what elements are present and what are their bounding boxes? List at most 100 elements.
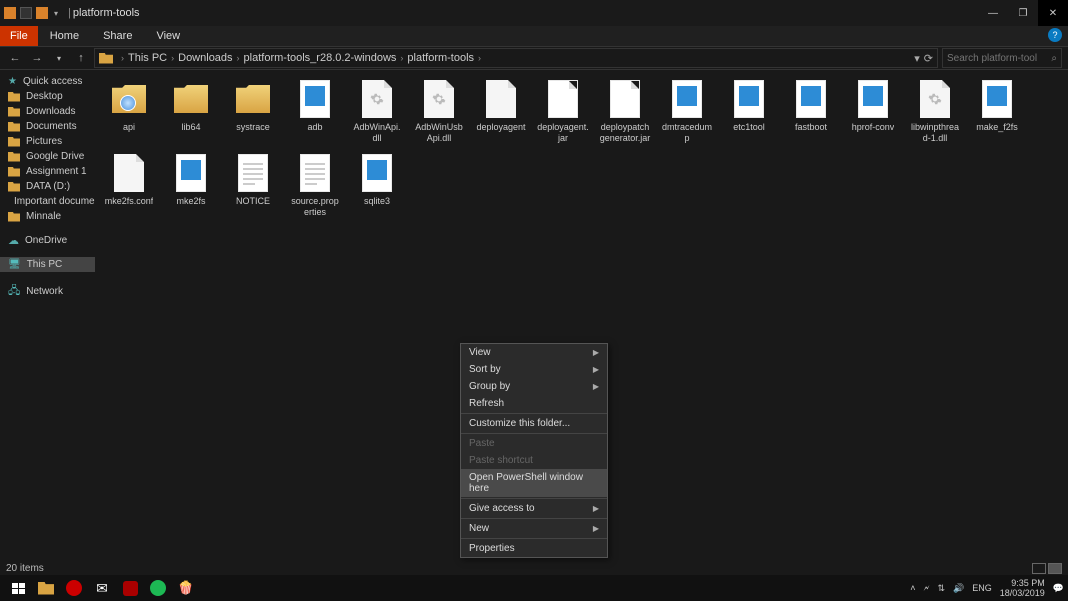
sidebar-item-minnale[interactable]: Minnale	[0, 209, 95, 224]
sidebar-this-pc[interactable]: 🖥This PC	[0, 257, 95, 272]
taskbar-mail[interactable]: ✉	[90, 577, 114, 599]
context-menu-item[interactable]: Properties	[461, 540, 607, 557]
folder-icon	[8, 152, 20, 162]
tray-battery-icon[interactable]: 🗲	[923, 583, 929, 594]
share-tab[interactable]: Share	[91, 28, 144, 44]
close-button[interactable]: ✕	[1038, 0, 1068, 26]
context-menu-item: Paste	[461, 435, 607, 452]
file-item[interactable]: NOTICE	[227, 152, 279, 218]
file-item[interactable]: deployagent.jar	[537, 78, 589, 144]
breadcrumb-part[interactable]: platform-tools	[407, 52, 474, 64]
maximize-button[interactable]: ❐	[1008, 0, 1038, 26]
window-title-text: platform-tools	[73, 7, 140, 19]
qat-dropdown-icon[interactable]: ▾	[54, 9, 58, 18]
breadcrumb-root[interactable]: This PC	[128, 52, 167, 64]
file-item[interactable]: AdbWinApi.dll	[351, 78, 403, 144]
chevron-right-icon[interactable]: ›	[121, 53, 124, 63]
sidebar-item-google-drive[interactable]: Google Drive	[0, 149, 95, 164]
sidebar-item-documents[interactable]: Documents	[0, 119, 95, 134]
file-item[interactable]: source.properties	[289, 152, 341, 218]
sidebar-item-downloads[interactable]: Downloads	[0, 104, 95, 119]
taskbar-popcorn[interactable]: 🍿	[174, 577, 198, 599]
chevron-right-icon[interactable]: ›	[171, 53, 174, 63]
breadcrumb-part[interactable]: Downloads	[178, 52, 232, 64]
file-item[interactable]: libwinpthread-1.dll	[909, 78, 961, 144]
tray-time: 9:35 PM	[1000, 578, 1045, 588]
taskbar-app-red[interactable]	[118, 577, 142, 599]
sidebar-item-desktop[interactable]: Desktop	[0, 89, 95, 104]
sidebar-onedrive[interactable]: ☁OneDrive	[0, 232, 95, 249]
chevron-right-icon[interactable]: ›	[478, 53, 481, 63]
address-dropdown-icon[interactable]: ▾	[914, 52, 920, 65]
file-label: systrace	[236, 122, 270, 133]
sidebar-item-label: Downloads	[26, 106, 75, 117]
tray-wifi-icon[interactable]: ⇅	[937, 583, 945, 594]
search-icon[interactable]: ⌕	[1051, 53, 1057, 64]
breadcrumb-part[interactable]: platform-tools_r28.0.2-windows	[244, 52, 397, 64]
sidebar-quick-access[interactable]: ★Quick access	[0, 74, 95, 89]
context-menu-item[interactable]: Give access to▶	[461, 500, 607, 517]
file-item[interactable]: adb	[289, 78, 341, 144]
file-item[interactable]: dmtracedump	[661, 78, 713, 144]
file-item[interactable]: api	[103, 78, 155, 144]
details-view-toggle[interactable]	[1032, 563, 1046, 574]
tray-language[interactable]: ENG	[972, 583, 992, 593]
tray-chevron-up-icon[interactable]: ˄	[910, 583, 915, 593]
file-item[interactable]: AdbWinUsbApi.dll	[413, 78, 465, 144]
context-menu-item[interactable]: View▶	[461, 344, 607, 361]
file-item[interactable]: fastboot	[785, 78, 837, 144]
context-menu-item: Paste shortcut	[461, 452, 607, 469]
file-item[interactable]: deployagent	[475, 78, 527, 144]
start-button[interactable]	[6, 577, 30, 599]
sidebar-item-assignment[interactable]: Assignment 1	[0, 164, 95, 179]
chevron-right-icon[interactable]: ›	[237, 53, 240, 63]
file-item[interactable]: make_f2fs	[971, 78, 1023, 144]
back-button[interactable]: ←	[6, 52, 24, 64]
home-tab[interactable]: Home	[38, 28, 91, 44]
taskbar-spotify[interactable]	[146, 577, 170, 599]
tray-clock[interactable]: 9:35 PM 18/03/2019	[1000, 578, 1045, 598]
context-menu-item[interactable]: Group by▶	[461, 378, 607, 395]
sidebar-item-important[interactable]: Important documen	[0, 194, 95, 209]
breadcrumb[interactable]: › This PC › Downloads › platform-tools_r…	[94, 48, 938, 68]
refresh-icon[interactable]: ⟳	[924, 52, 933, 65]
forward-button[interactable]: →	[28, 52, 46, 64]
file-item[interactable]: mke2fs	[165, 152, 217, 218]
minimize-button[interactable]: —	[978, 0, 1008, 26]
up-button[interactable]: ↑	[72, 52, 90, 64]
view-tab[interactable]: View	[144, 28, 192, 44]
titlebar-icons: ▾ | platform-tools	[4, 7, 140, 19]
help-icon[interactable]: ?	[1048, 28, 1062, 42]
context-menu-item[interactable]: Refresh	[461, 395, 607, 412]
file-item[interactable]: deploypatchgenerator.jar	[599, 78, 651, 144]
context-menu-label: Paste	[469, 438, 495, 449]
context-menu-item[interactable]: Open PowerShell window here	[461, 469, 607, 497]
file-item[interactable]: mke2fs.conf	[103, 152, 155, 218]
taskbar-file-explorer[interactable]	[34, 577, 58, 599]
file-label: source.properties	[289, 196, 341, 218]
icons-view-toggle[interactable]	[1048, 563, 1062, 574]
tray-notifications-icon[interactable]: 💬	[1053, 583, 1064, 594]
context-menu-item[interactable]: Sort by▶	[461, 361, 607, 378]
file-tab[interactable]: File	[0, 26, 38, 46]
sidebar-network[interactable]: 🖧Network	[0, 280, 95, 303]
file-item[interactable]: hprof-conv	[847, 78, 899, 144]
taskbar-opera[interactable]	[62, 577, 86, 599]
context-menu-label: New	[469, 523, 489, 534]
recent-dropdown[interactable]: ▾	[50, 54, 68, 63]
search-box[interactable]: ⌕	[942, 48, 1062, 68]
chevron-right-icon[interactable]: ›	[400, 53, 403, 63]
tray-volume-icon[interactable]: 🔊	[953, 583, 964, 594]
folder-icon	[8, 122, 20, 132]
context-menu-item[interactable]: New▶	[461, 520, 607, 537]
context-menu-item[interactable]: Customize this folder...	[461, 415, 607, 432]
sidebar-item-pictures[interactable]: Pictures	[0, 134, 95, 149]
sidebar-item-data-d[interactable]: DATA (D:)	[0, 179, 95, 194]
file-item[interactable]: etc1tool	[723, 78, 775, 144]
context-menu-label: Sort by	[469, 364, 501, 375]
folder-icon	[8, 182, 20, 192]
file-item[interactable]: systrace	[227, 78, 279, 144]
file-item[interactable]: sqlite3	[351, 152, 403, 218]
search-input[interactable]	[947, 53, 1037, 64]
file-item[interactable]: lib64	[165, 78, 217, 144]
